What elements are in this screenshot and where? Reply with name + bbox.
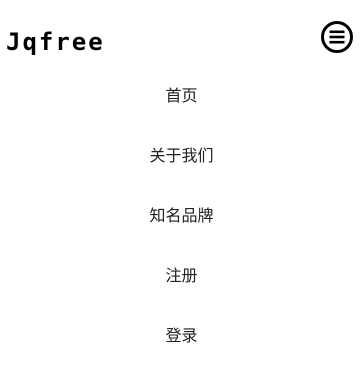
nav-link-login[interactable]: 登录 xyxy=(165,322,197,346)
nav-item-register: 注册 xyxy=(0,244,363,304)
site-header: Jqfree xyxy=(0,0,363,72)
nav-link-about[interactable]: 关于我们 xyxy=(149,142,213,166)
nav-link-home[interactable]: 首页 xyxy=(165,82,197,106)
hamburger-menu-icon xyxy=(321,21,353,53)
site-logo[interactable]: Jqfree xyxy=(6,28,105,56)
main-nav-menu: 首页 关于我们 知名品牌 注册 登录 xyxy=(0,64,363,364)
nav-link-brands[interactable]: 知名品牌 xyxy=(149,202,213,226)
nav-item-brands: 知名品牌 xyxy=(0,184,363,244)
menu-toggle-button[interactable] xyxy=(320,20,354,54)
nav-item-login: 登录 xyxy=(0,304,363,364)
nav-item-about: 关于我们 xyxy=(0,124,363,184)
nav-item-home: 首页 xyxy=(0,64,363,124)
nav-link-register[interactable]: 注册 xyxy=(165,262,197,286)
